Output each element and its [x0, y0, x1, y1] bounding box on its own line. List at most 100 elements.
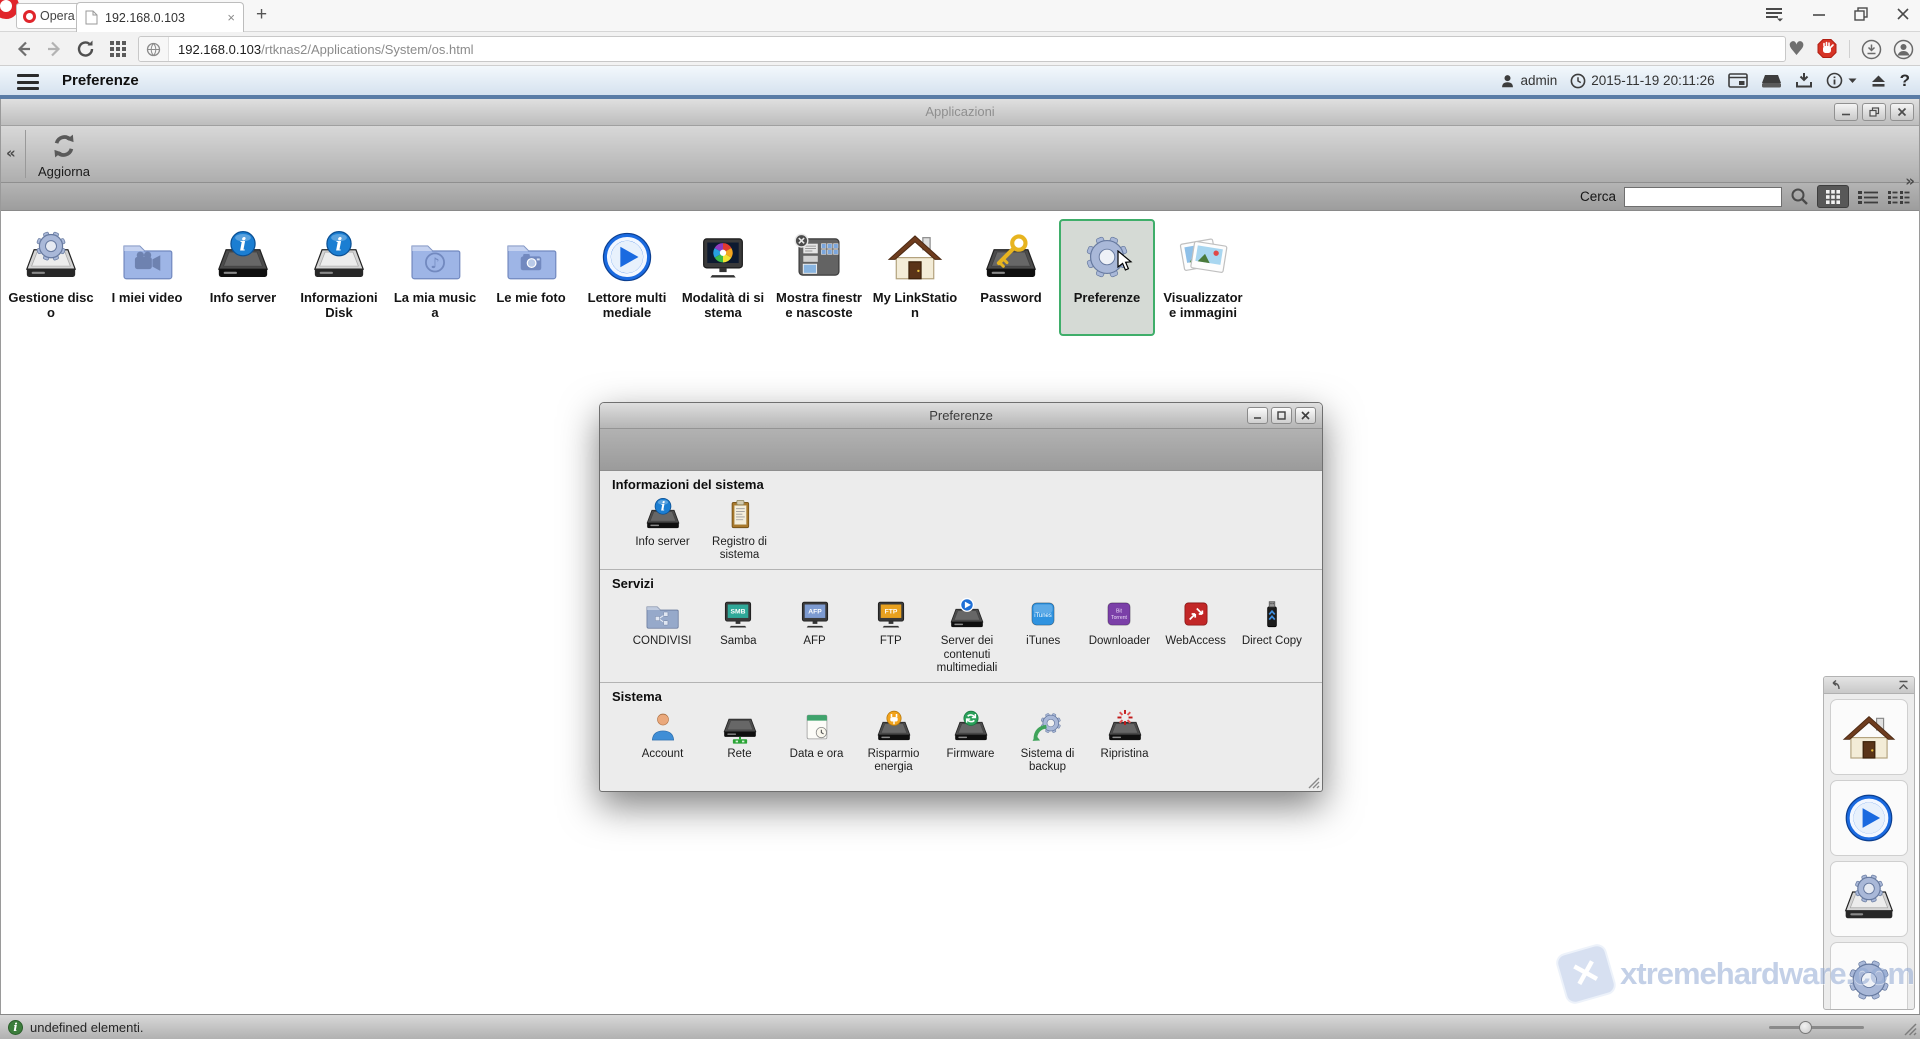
dialog-close-button[interactable] — [1295, 407, 1316, 424]
collapse-up-icon[interactable] — [1898, 680, 1909, 691]
app-informazioni-disk[interactable]: iInformazioni Disk — [291, 219, 387, 328]
downloads-icon[interactable] — [1861, 39, 1882, 60]
app-preferenze[interactable]: Preferenze — [1059, 219, 1155, 336]
opera-menu-icon[interactable] — [1764, 5, 1784, 23]
site-badge[interactable] — [139, 37, 169, 61]
reload-icon[interactable] — [76, 39, 96, 59]
dialog-resize-handle[interactable] — [1307, 776, 1320, 789]
search-input[interactable] — [1624, 187, 1782, 207]
dialog-minimize-button[interactable] — [1247, 407, 1268, 424]
dialog-item-rete[interactable]: Rete — [701, 706, 778, 761]
dialog-item-samba[interactable]: SMBSamba — [700, 593, 776, 648]
dialog-item-itunes[interactable]: iTunesiTunes — [1005, 593, 1081, 648]
registro-di-sistema-icon — [721, 494, 759, 536]
dialog-item-firmware[interactable]: Firmware — [932, 706, 1009, 761]
app-lettore-multimediale[interactable]: Lettore multimediale — [579, 219, 675, 328]
app-i-miei-video[interactable]: I miei video — [99, 219, 195, 314]
dialog-item-server-dei-contenuti-multimediali[interactable]: Server dei contenuti multimediali — [929, 593, 1005, 675]
dialog-item-registro-di-sistema[interactable]: Registro di sistema — [701, 494, 778, 562]
browser-tab[interactable]: 192.168.0.103 × — [76, 2, 244, 32]
dock-preferenze[interactable] — [1830, 942, 1908, 1010]
speed-dial-icon[interactable] — [108, 39, 127, 58]
dialog-item-risparmio-energia[interactable]: Risparmio energia — [855, 706, 932, 774]
app-info-server[interactable]: iInfo server — [195, 219, 291, 314]
app-win-minimize-button[interactable] — [1834, 103, 1858, 121]
close-icon[interactable] — [1896, 7, 1910, 21]
address-bar[interactable]: 192.168.0.103/rtknas2/Applications/Syste… — [138, 36, 1786, 62]
info-menu[interactable] — [1826, 72, 1857, 89]
app-my-linkstation[interactable]: My LinkStation — [867, 219, 963, 328]
app-win-restore-button[interactable] — [1862, 103, 1886, 121]
detail-view-button[interactable] — [1887, 189, 1911, 205]
show-desktop-icon[interactable] — [1728, 73, 1748, 89]
my-linkstation-icon — [886, 225, 944, 289]
grid-view-button[interactable] — [1817, 185, 1849, 208]
logged-user[interactable]: admin — [1500, 73, 1557, 89]
info-server-icon: i — [644, 494, 682, 536]
app-label: My LinkStation — [872, 291, 958, 320]
search-icon[interactable] — [1790, 187, 1809, 206]
dock-lettore-multimediale[interactable] — [1830, 780, 1908, 856]
dialog-item-label: Downloader — [1089, 635, 1150, 648]
dialog-item-label: Samba — [720, 635, 756, 648]
app-modalit-di-sistema[interactable]: Modalità di sistema — [675, 219, 771, 328]
app-la-mia-musica[interactable]: ♪La mia musica — [387, 219, 483, 328]
dialog-item-data-e-ora[interactable]: Data e ora — [778, 706, 855, 761]
dialog-item-ftp[interactable]: FTPFTP — [853, 593, 929, 648]
app-le-mie-foto[interactable]: Le mie foto — [483, 219, 579, 314]
dialog-item-condivisi[interactable]: CONDIVISI — [624, 593, 700, 648]
sistema-di-backup-icon — [1029, 706, 1067, 748]
bookmark-heart-icon[interactable]: ♥ — [1788, 40, 1805, 59]
window-resize-handle[interactable] — [1902, 1021, 1917, 1036]
tab-close-icon[interactable]: × — [227, 11, 235, 24]
refresh-icon — [47, 129, 81, 163]
dialog-item-ripristina[interactable]: Ripristina — [1086, 706, 1163, 761]
dock-gestione-disco[interactable] — [1830, 861, 1908, 937]
app-password[interactable]: Password — [963, 219, 1059, 314]
dialog-item-info-server[interactable]: iInfo server — [624, 494, 701, 549]
dialog-item-account[interactable]: Account — [624, 706, 701, 761]
dock-my-linkstation[interactable] — [1830, 699, 1908, 775]
browser-address-row: 192.168.0.103/rtknas2/Applications/Syste… — [0, 32, 1920, 66]
screen: Opera 192.168.0.103 × + 192.168.0.103/rt… — [0, 0, 1920, 1039]
dialog-section-sistema: SistemaAccountReteData e oraRisparmio en… — [600, 683, 1322, 781]
help-button[interactable]: ? — [1900, 71, 1910, 91]
dialog-maximize-button[interactable] — [1271, 407, 1292, 424]
app-mostra-finestre-nascoste[interactable]: Mostra finestre nascoste — [771, 219, 867, 328]
dialog-item-webaccess[interactable]: WebAccess — [1158, 593, 1234, 648]
zoom-slider-knob[interactable] — [1799, 1021, 1812, 1034]
zoom-slider[interactable] — [1769, 1026, 1864, 1029]
collapse-right-chevron[interactable]: » — [1905, 172, 1915, 190]
menu-hamburger-icon[interactable] — [17, 74, 39, 90]
status-info-icon: i — [8, 1020, 23, 1035]
app-visualizzatore-immagini[interactable]: Visualizzatore immagini — [1155, 219, 1251, 328]
collapse-left-chevron[interactable]: « — [6, 144, 16, 162]
applications-titlebar[interactable]: Applicazioni — [1, 99, 1919, 126]
dialog-item-afp[interactable]: AFPAFP — [776, 593, 852, 648]
undock-arrow-icon[interactable] — [1829, 680, 1841, 691]
eject-icon[interactable] — [1870, 73, 1887, 89]
tab-title: 192.168.0.103 — [105, 11, 220, 25]
dialog-item-direct-copy[interactable]: Direct Copy — [1234, 593, 1310, 648]
lettore-multimediale-icon — [598, 225, 656, 289]
dialog-item-sistema-di-backup[interactable]: Sistema di backup — [1009, 706, 1086, 774]
new-tab-button[interactable]: + — [256, 4, 267, 26]
refresh-button[interactable]: Aggiorna — [31, 129, 97, 179]
dialog-item-downloader[interactable]: BitTorrentDownloader — [1081, 593, 1157, 648]
app-gestione-disco[interactable]: Gestione disco — [3, 219, 99, 328]
account-icon[interactable] — [1893, 39, 1914, 60]
forward-icon[interactable] — [44, 39, 64, 59]
restore-icon[interactable] — [1854, 7, 1868, 21]
list-view-button[interactable] — [1857, 189, 1879, 205]
dialog-item-label: Direct Copy — [1242, 635, 1302, 648]
dialog-titlebar[interactable]: Preferenze — [600, 403, 1322, 429]
blocker-badge-icon[interactable] — [1816, 38, 1838, 60]
dialog-item-label: Firmware — [947, 748, 995, 761]
la-mia-musica-icon: ♪ — [406, 225, 464, 289]
section-items: iInfo serverRegistro di sistema — [612, 494, 1310, 562]
minimize-icon[interactable] — [1812, 7, 1826, 21]
download-manager-icon[interactable] — [1795, 72, 1813, 89]
app-win-close-button[interactable] — [1890, 103, 1914, 121]
nas-device-icon[interactable] — [1761, 73, 1782, 89]
back-icon[interactable] — [14, 39, 34, 59]
